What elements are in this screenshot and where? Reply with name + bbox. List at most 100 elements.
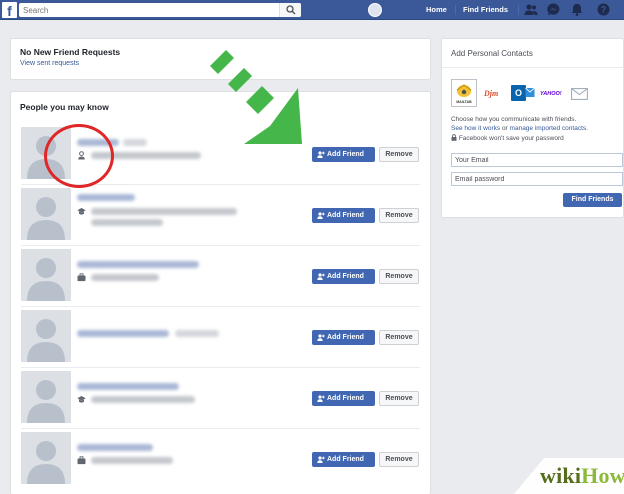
briefcase-icon — [77, 456, 86, 465]
person-detail-blurred — [91, 274, 159, 281]
view-sent-requests-link[interactable]: View sent requests — [20, 60, 79, 67]
contacts-title: Add Personal Contacts — [451, 49, 533, 58]
period-text: . — [586, 124, 588, 132]
facebook-logo[interactable]: f — [2, 2, 17, 19]
person-name-blurred[interactable] — [77, 444, 153, 451]
email-field[interactable] — [451, 153, 623, 167]
briefcase-icon — [77, 273, 86, 282]
email-password-field[interactable] — [451, 172, 623, 186]
search-input[interactable] — [19, 3, 269, 17]
add-friend-button[interactable]: Add Friend — [312, 452, 375, 467]
person-row: Add Friend Remove — [11, 188, 430, 246]
person-detail-blurred — [91, 396, 195, 403]
highlight-circle — [44, 124, 114, 188]
provider-selected[interactable]: MAILTAB — [451, 79, 477, 107]
remove-button[interactable]: Remove — [379, 208, 419, 223]
add-friend-button[interactable]: Add Friend — [312, 391, 375, 406]
graduation-cap-icon — [77, 208, 86, 215]
row-divider — [21, 428, 420, 429]
remove-button[interactable]: Remove — [379, 330, 419, 345]
search-button[interactable] — [279, 3, 301, 17]
add-friend-button[interactable]: Add Friend — [312, 208, 375, 223]
person-detail-blurred — [91, 219, 163, 226]
person-name-extra-blurred — [123, 139, 147, 146]
add-person-icon — [317, 151, 325, 158]
help-icon[interactable]: ? — [597, 3, 610, 16]
remove-button[interactable]: Remove — [379, 391, 419, 406]
messages-icon[interactable] — [547, 3, 560, 16]
person-name-blurred[interactable] — [77, 383, 179, 390]
search-box — [19, 3, 301, 17]
person-row: Add Friend Remove — [11, 371, 430, 429]
add-friend-button[interactable]: Add Friend — [312, 269, 375, 284]
add-person-icon — [317, 334, 325, 341]
outlook-envelope-icon — [525, 87, 535, 97]
person-row: Add Friend Remove — [11, 249, 430, 307]
nav-separator — [518, 5, 519, 15]
svg-text:?: ? — [601, 5, 607, 15]
watermark-wiki: wiki — [540, 463, 582, 488]
friend-requests-icon[interactable] — [524, 3, 538, 16]
remove-button[interactable]: Remove — [379, 147, 419, 162]
add-person-icon — [317, 395, 325, 402]
person-detail-blurred — [91, 457, 173, 464]
person-avatar[interactable] — [21, 188, 71, 240]
remove-button[interactable]: Remove — [379, 269, 419, 284]
add-friend-button[interactable]: Add Friend — [312, 330, 375, 345]
people-you-may-know-title: People you may know — [20, 102, 109, 112]
see-how-it-works-link[interactable]: See how it works — [451, 125, 500, 132]
mail-icon[interactable] — [571, 88, 588, 100]
person-avatar[interactable] — [21, 249, 71, 301]
add-friend-label: Add Friend — [327, 395, 364, 402]
profile-avatar[interactable] — [368, 3, 382, 17]
outlook-provider[interactable]: O — [511, 85, 526, 101]
provider-selected-label: MAILTAB — [456, 100, 472, 104]
person-name-blurred[interactable] — [77, 194, 135, 201]
find-friends-button[interactable]: Find Friends — [563, 193, 622, 207]
choose-text: Choose how you communicate with friends. — [451, 116, 577, 123]
nav-home[interactable]: Home — [426, 5, 447, 14]
nav-separator — [455, 5, 456, 15]
row-divider — [21, 245, 420, 246]
person-name-blurred[interactable] — [77, 261, 199, 268]
password-note-text: Facebook won't save your password — [458, 135, 564, 142]
top-navigation-bar: f Home Find Friends ? — [0, 0, 624, 20]
nav-find-friends[interactable]: Find Friends — [463, 5, 508, 14]
person-name-blurred[interactable] — [77, 330, 169, 337]
add-friend-label: Add Friend — [327, 273, 364, 280]
contacts-instructions: Choose how you communicate with friends.… — [451, 116, 624, 133]
provider-logo-icon — [456, 84, 472, 97]
add-friend-label: Add Friend — [327, 151, 364, 158]
person-row: Add Friend Remove — [11, 310, 430, 368]
graduation-cap-icon — [77, 396, 86, 403]
add-person-icon — [317, 273, 325, 280]
remove-button[interactable]: Remove — [379, 452, 419, 467]
yahoo-provider[interactable]: YAHOO! — [540, 91, 562, 97]
contacts-divider — [442, 67, 624, 68]
friend-requests-title: No New Friend Requests — [20, 47, 121, 57]
person-avatar[interactable] — [21, 432, 71, 484]
person-row: Add Friend Remove — [11, 432, 430, 490]
person-name-extra-blurred — [175, 330, 219, 337]
or-text: or — [500, 124, 510, 132]
notifications-icon[interactable] — [571, 3, 583, 16]
password-note: Facebook won't save your password — [451, 134, 564, 142]
add-person-icon — [317, 212, 325, 219]
person-detail-blurred — [91, 208, 237, 215]
add-person-icon — [317, 456, 325, 463]
lock-icon — [451, 134, 457, 141]
watermark-text: wikiHow — [540, 463, 624, 489]
manage-imported-contacts-link[interactable]: manage imported contacts — [510, 125, 587, 132]
row-divider — [21, 306, 420, 307]
person-avatar[interactable] — [21, 371, 71, 423]
add-friend-button[interactable]: Add Friend — [312, 147, 375, 162]
row-divider — [21, 367, 420, 368]
add-personal-contacts-panel: Add Personal Contacts MAILTAB Djm O YAHO… — [441, 38, 624, 218]
add-friend-label: Add Friend — [327, 212, 364, 219]
wikihow-watermark: wikiHow — [514, 458, 624, 494]
search-icon — [286, 5, 296, 15]
person-avatar[interactable] — [21, 310, 71, 362]
green-arrow-icon — [210, 50, 302, 144]
provider-2[interactable]: Djm — [484, 89, 498, 98]
watermark-how: How — [581, 463, 624, 488]
